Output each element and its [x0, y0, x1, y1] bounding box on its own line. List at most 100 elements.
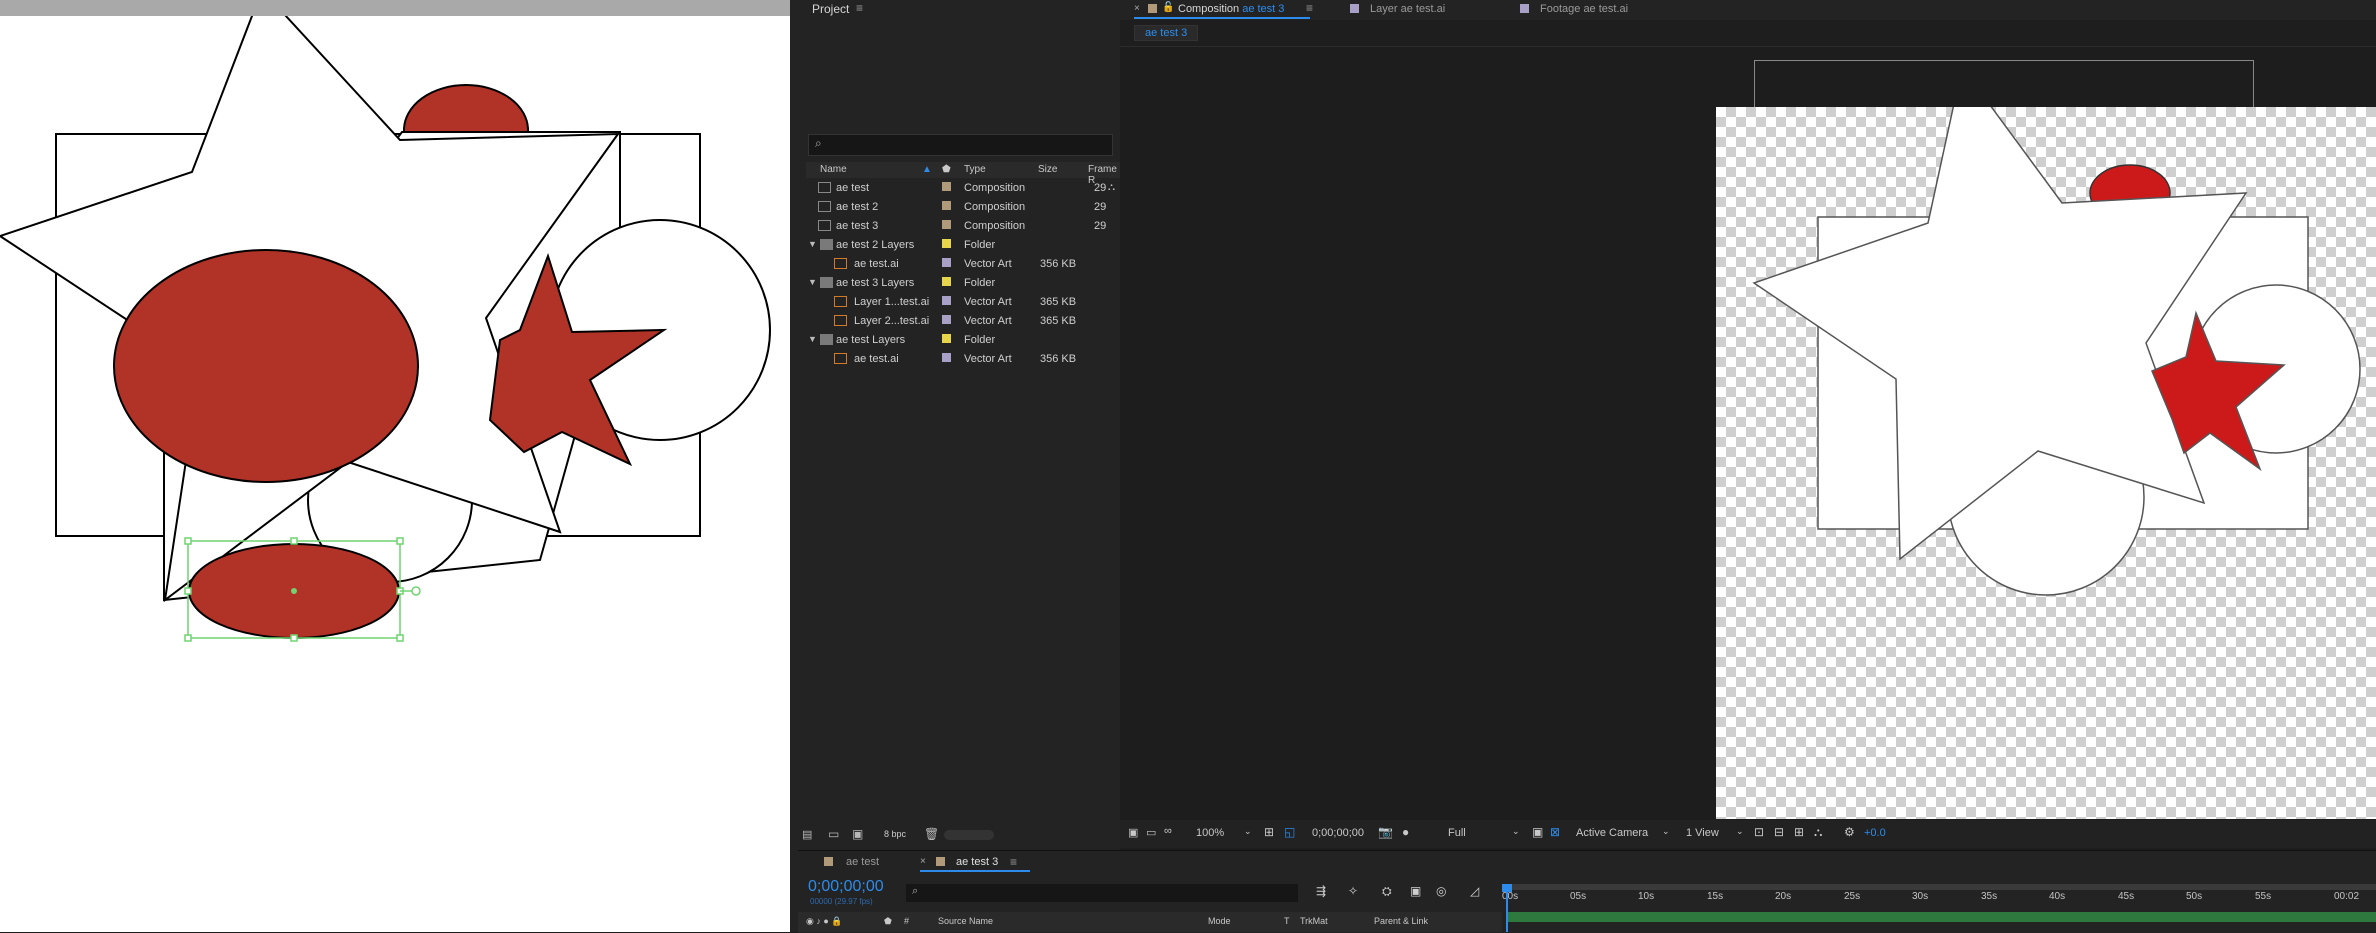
column-mode[interactable]: Mode [1208, 916, 1231, 926]
thumbnail-slider[interactable] [944, 830, 994, 840]
layer-number-column[interactable]: # [904, 916, 909, 926]
list-item[interactable]: Layer 2...test.ai Vector Art 365 KB [806, 312, 1120, 331]
work-area-bar[interactable] [1504, 884, 2376, 890]
column-source-name[interactable]: Source Name [938, 916, 993, 926]
exposure-reset-icon[interactable]: ⚙ [1844, 825, 1855, 839]
list-item[interactable]: Layer 1...test.ai Vector Art 365 KB [806, 293, 1120, 312]
breadcrumb-comp[interactable]: ae test 3 [1134, 25, 1199, 41]
list-item[interactable]: ▼ ae test Layers Folder [806, 331, 1120, 350]
label-swatch[interactable] [942, 201, 951, 210]
column-type[interactable]: Type [964, 164, 986, 175]
safe-margins-icon[interactable]: ⊞ [1264, 825, 1274, 839]
region-of-interest-icon[interactable]: ▣ [1532, 825, 1543, 839]
list-item[interactable]: ae test 2 Composition 29 [806, 198, 1120, 217]
label-swatch[interactable] [942, 353, 951, 362]
label-swatch[interactable] [942, 239, 951, 248]
sort-ascending-icon[interactable]: ▲ [922, 164, 932, 175]
column-parent-link[interactable]: Parent & Link [1374, 916, 1428, 926]
timeline-icon[interactable]: ⊞ [1794, 825, 1804, 839]
disclosure-triangle-icon[interactable]: ▼ [808, 239, 817, 249]
composition-canvas[interactable] [1716, 107, 2376, 819]
view-layout-dropdown[interactable]: 1 View [1686, 827, 1719, 839]
color-channels-icon[interactable]: ● [1402, 825, 1409, 839]
frame-blending-icon[interactable]: ▣ [1410, 884, 1421, 898]
chevron-down-icon[interactable]: ⌄ [1736, 826, 1744, 837]
timeline-tab-ae-test[interactable]: ae test [846, 856, 879, 868]
disclosure-triangle-icon[interactable]: ▼ [808, 277, 817, 287]
disclosure-triangle-icon[interactable]: ▼ [808, 334, 817, 344]
label-swatch[interactable] [942, 296, 951, 305]
new-composition-icon[interactable]: ▣ [852, 827, 863, 841]
close-tab-icon[interactable]: × [920, 856, 926, 867]
label-swatch[interactable] [942, 258, 951, 267]
interpret-footage-icon[interactable]: ▤ [802, 828, 812, 841]
trash-icon[interactable]: 🗑 [924, 827, 939, 841]
chevron-down-icon[interactable]: ⌄ [1662, 826, 1670, 837]
column-t[interactable]: T [1284, 916, 1290, 926]
flowchart-icon[interactable]: ⛬ [1814, 825, 1822, 840]
close-tab-icon[interactable]: × [1134, 3, 1140, 14]
label-column-icon[interactable]: ⬟ [884, 916, 892, 927]
toggle-pixel-aspect-icon[interactable]: ⊡ [1754, 825, 1764, 839]
comp-mini-flowchart-icon[interactable]: ⇶ [1316, 884, 1326, 898]
panel-menu-icon[interactable]: ≡ [856, 1, 863, 15]
chevron-down-icon[interactable]: ⌄ [1512, 826, 1520, 837]
layer-duration-bar[interactable] [1508, 912, 2376, 922]
list-item[interactable]: ae test 3 Composition 29 [806, 217, 1120, 236]
tab-layer[interactable]: Layer ae test.ai [1370, 3, 1445, 15]
label-swatch[interactable] [942, 277, 951, 286]
playhead-handle[interactable] [1502, 884, 1512, 892]
3d-glasses-icon[interactable]: ∞ [1164, 825, 1172, 837]
list-item[interactable]: ae test.ai Vector Art 356 KB [806, 350, 1120, 369]
timeline-search-input[interactable]: ⌕ [906, 884, 1298, 902]
column-trkmat[interactable]: TrkMat [1300, 916, 1328, 926]
camera-dropdown[interactable]: Active Camera [1576, 827, 1648, 839]
timeline-current-time[interactable]: 0;00;00;00 [808, 878, 884, 896]
graph-editor-icon[interactable]: ◿ [1470, 884, 1479, 898]
list-item[interactable]: ae test Composition 29 ⛬ [806, 179, 1120, 198]
panel-menu-icon[interactable]: ≡ [1010, 855, 1017, 869]
label-swatch[interactable] [942, 220, 951, 229]
motion-blur-icon[interactable]: ◎ [1436, 884, 1446, 898]
resolution-dropdown[interactable]: Full [1448, 827, 1466, 839]
lock-icon[interactable]: 🔓 [1162, 2, 1174, 13]
project-search-input[interactable]: ⌕ [808, 134, 1113, 156]
composition-icon [818, 201, 831, 212]
fast-previews-icon[interactable]: ⊟ [1774, 825, 1784, 839]
column-size[interactable]: Size [1038, 164, 1057, 175]
flowchart-icon[interactable]: ⛬ [1108, 182, 1115, 193]
column-name[interactable]: Name [820, 164, 847, 175]
shy-layers-icon[interactable]: ⛭ [1382, 884, 1392, 899]
illustrator-artboard[interactable] [0, 0, 790, 932]
new-folder-icon[interactable]: ▭ [828, 827, 839, 841]
artwork-canvas[interactable] [0, 0, 790, 932]
zoom-dropdown[interactable]: 100% [1196, 827, 1224, 839]
window-divider[interactable] [790, 0, 798, 932]
list-item[interactable]: ▼ ae test 2 Layers Folder [806, 236, 1120, 255]
current-time-display[interactable]: 0;00;00;00 [1312, 827, 1364, 839]
folder-icon [820, 334, 833, 345]
project-panel-title[interactable]: Project [812, 2, 849, 16]
snapshot-icon[interactable]: 📷 [1378, 825, 1393, 839]
monitor-icon[interactable]: ▭ [1146, 826, 1156, 839]
label-swatch[interactable] [942, 182, 951, 191]
tab-footage[interactable]: Footage ae test.ai [1540, 3, 1628, 15]
bit-depth-button[interactable]: 8 bpc [884, 829, 906, 839]
list-item[interactable]: ▼ ae test 3 Layers Folder [806, 274, 1120, 293]
chevron-down-icon[interactable]: ⌄ [1244, 826, 1252, 837]
always-preview-icon[interactable]: ▣ [1128, 826, 1138, 839]
list-item[interactable]: ae test.ai Vector Art 356 KB [806, 255, 1120, 274]
exposure-value[interactable]: +0.0 [1864, 827, 1886, 839]
transparency-grid-icon[interactable]: ⊠ [1550, 825, 1560, 839]
active-tab-underline [1134, 17, 1310, 19]
label-swatch[interactable] [942, 334, 951, 343]
panel-menu-icon[interactable]: ≡ [1306, 1, 1313, 15]
timeline-tab-ae-test-3[interactable]: ae test 3 [956, 856, 998, 868]
mask-visibility-icon[interactable]: ◱ [1284, 825, 1295, 839]
av-features-icons[interactable]: ◉ ♪ ● 🔒 [806, 916, 843, 927]
draft-3d-icon[interactable]: ✧ [1348, 884, 1358, 898]
item-type: Vector Art [964, 353, 1012, 365]
label-swatch[interactable] [942, 315, 951, 324]
tab-composition[interactable]: Composition ae test 3 [1178, 3, 1284, 15]
label-column-icon[interactable]: ⬟ [942, 164, 951, 175]
